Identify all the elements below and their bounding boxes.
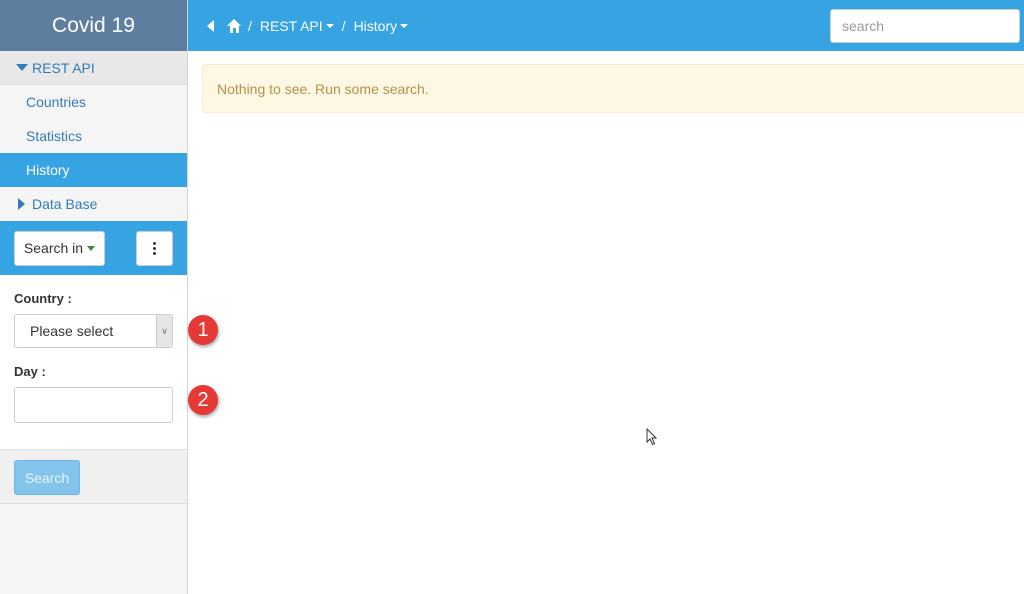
country-select-value: Please select <box>30 323 114 339</box>
breadcrumb-separator: / <box>341 17 346 34</box>
breadcrumb-label: REST API <box>259 17 323 34</box>
breadcrumb-history[interactable]: History <box>354 18 409 34</box>
dot <box>153 251 156 255</box>
nav-group-label: Data Base <box>32 196 98 212</box>
chevron-down-icon[interactable]: ∨ <box>156 315 172 347</box>
sidebar-item-countries[interactable]: Countries <box>0 85 187 119</box>
nav-group-label: REST API <box>32 59 95 76</box>
sidebar-item-history[interactable]: History <box>0 153 187 187</box>
country-label: Country : <box>14 291 72 306</box>
home-icon[interactable] <box>227 18 242 33</box>
search-button[interactable]: Search <box>14 460 80 495</box>
nav-group-rest-api[interactable]: REST API <box>0 51 187 85</box>
empty-results-alert: Nothing to see. Run some search. <box>202 64 1024 113</box>
search-footer: Search <box>0 450 187 504</box>
country-select[interactable]: Please select ∨ <box>14 314 173 348</box>
search-form: Country : Please select ∨ Day : <box>0 275 187 450</box>
dot <box>153 246 156 250</box>
sidebar-item-statistics[interactable]: Statistics <box>0 119 187 153</box>
caret-down-icon <box>87 245 96 251</box>
app-title: Covid 19 <box>0 0 187 51</box>
breadcrumb-separator: / <box>248 17 252 34</box>
search-in-button[interactable]: Search in <box>14 230 105 266</box>
caret-right-icon <box>18 198 25 210</box>
sidebar: Covid 19 REST API Countries Statistics H… <box>0 0 188 594</box>
caret-down-icon <box>16 64 28 71</box>
search-in-label: Search in <box>23 240 84 256</box>
caret-down-icon <box>400 23 409 28</box>
top-bar: / REST API / History <box>188 0 1024 51</box>
search-panel-header: Search in <box>0 221 187 275</box>
day-label: Day : <box>14 364 46 379</box>
nav-group-data-base[interactable]: Data Base <box>0 187 187 221</box>
annotation-badge-1: 1 <box>188 315 218 345</box>
mouse-cursor-icon <box>646 428 658 446</box>
dot <box>153 241 156 245</box>
caret-down-icon <box>325 23 334 28</box>
search-input[interactable] <box>830 9 1020 43</box>
day-input[interactable] <box>14 387 173 423</box>
breadcrumb-label: History <box>353 17 398 34</box>
more-options-button[interactable] <box>136 230 173 266</box>
collapse-sidebar-icon[interactable] <box>207 19 214 32</box>
breadcrumb-rest-api[interactable]: REST API <box>260 18 334 34</box>
annotation-badge-2: 2 <box>188 385 218 415</box>
